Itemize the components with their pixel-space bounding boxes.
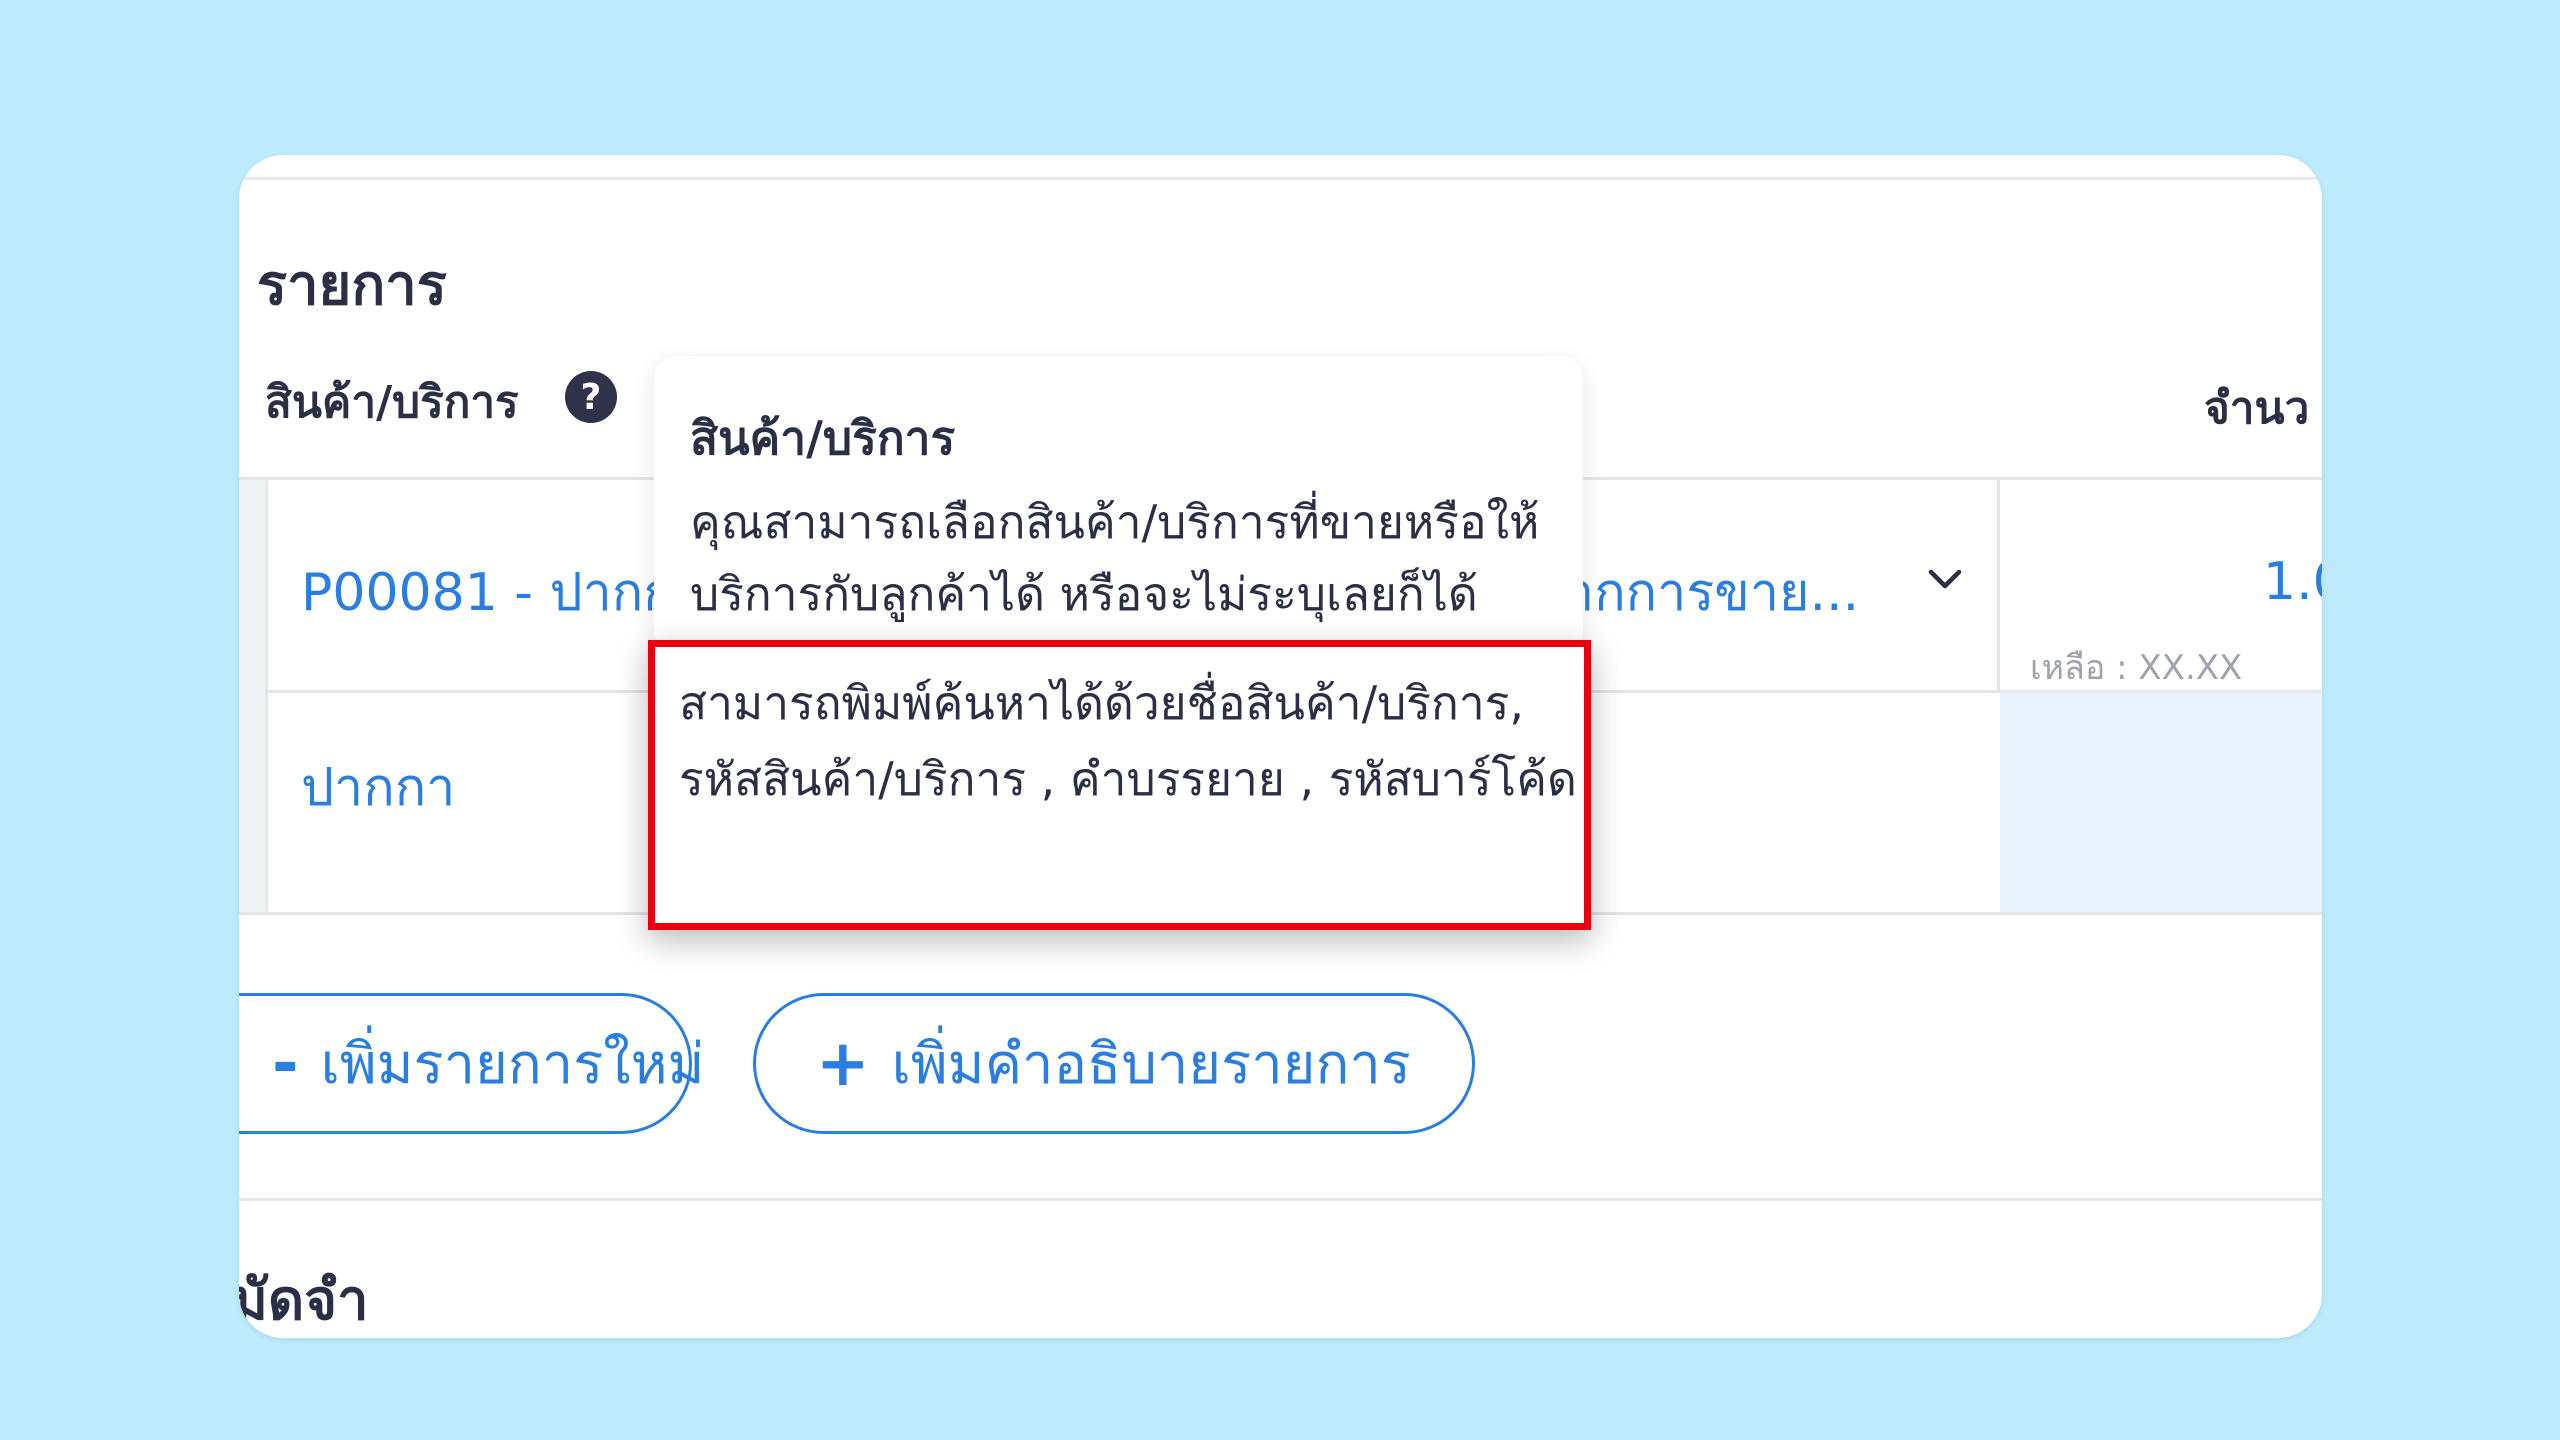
add-description-label: เพิ่มคำอธิบายรายการ (891, 1032, 1411, 1097)
product-select[interactable]: P00081 - ปากก (301, 550, 675, 633)
tooltip-highlight-box: สามารถพิมพ์ค้นหาได้ด้วยชื่อสินค้า/บริการ… (648, 640, 1591, 930)
quantity-input[interactable]: 1.0 (2263, 552, 2322, 612)
add-item-button[interactable]: - เพิ่มรายการใหม่ (239, 993, 704, 1134)
add-item-label: เพิ่มรายการใหม่ (320, 1032, 705, 1097)
divider (239, 1198, 2322, 1201)
quantity-cell-empty (2000, 693, 2322, 912)
row-drag-handle[interactable] (239, 480, 268, 912)
add-description-button[interactable]: + เพิ่มคำอธิบายรายการ (753, 993, 1475, 1134)
product-column-header: สินค้า/บริการ (265, 377, 519, 428)
item-description-input[interactable]: ปากกา (301, 745, 455, 828)
divider (239, 177, 2322, 180)
section-title: รายการ (257, 253, 447, 318)
tooltip-search-hint: สามารถพิมพ์ค้นหาได้ด้วยชื่อสินค้า/บริการ… (679, 676, 1577, 806)
plus-icon: - (272, 1026, 299, 1101)
column-divider (1997, 480, 2000, 690)
tooltip-body: คุณสามารถเลือกสินค้า/บริการที่ขายหรือให้… (690, 495, 1540, 621)
remaining-stock-text: เหลือ : XX.XX (2030, 648, 2243, 688)
deposit-section-title: มัดจำ (239, 1268, 369, 1333)
help-tooltip: สินค้า/บริการ คุณสามารถเลือกสินค้า/บริกา… (654, 356, 1583, 656)
tooltip-title: สินค้า/บริการ (690, 411, 956, 465)
quantity-column-header: จำนว (2204, 383, 2310, 434)
question-icon[interactable]: ? (565, 371, 617, 423)
account-select[interactable]: ากการขาย... (1565, 550, 1859, 633)
plus-icon: + (816, 1026, 870, 1101)
chevron-down-icon[interactable] (1925, 560, 1965, 600)
